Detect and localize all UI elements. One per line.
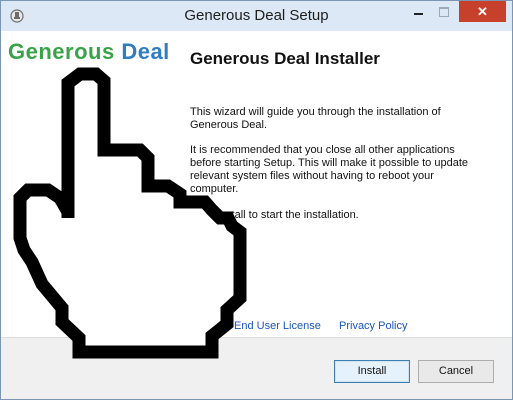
page-title: Generous Deal Installer <box>190 49 380 68</box>
brand-word-generous: Generous <box>8 39 115 64</box>
title-bar[interactable]: Generous Deal Setup ✕ <box>1 1 512 31</box>
button-bar: Install Cancel <box>1 337 512 399</box>
close-button[interactable]: ✕ <box>459 1 506 22</box>
wizard-content: Generous Deal Generous Deal Installer Th… <box>1 31 512 337</box>
intro-text: This wizard will guide you through the i… <box>190 106 441 131</box>
recommendation-text: It is recommended that you close all oth… <box>190 144 469 195</box>
close-icon: ✕ <box>477 4 488 19</box>
installer-window: Generous Deal Setup ✕ Generous Deal Gene… <box>0 0 513 400</box>
maximize-button[interactable] <box>431 1 457 22</box>
minimize-icon <box>413 13 423 15</box>
privacy-policy-link[interactable]: Privacy Policy <box>339 320 407 332</box>
eula-link[interactable]: End User License <box>234 320 321 332</box>
maximize-icon <box>439 7 449 17</box>
minimize-button[interactable] <box>405 1 431 22</box>
instruction-text: Click Install to start the installation. <box>190 209 359 221</box>
install-button[interactable]: Install <box>334 360 410 383</box>
cancel-button[interactable]: Cancel <box>418 360 494 383</box>
brand-logo: Generous Deal <box>8 39 170 65</box>
brand-word-deal: Deal <box>121 39 170 64</box>
